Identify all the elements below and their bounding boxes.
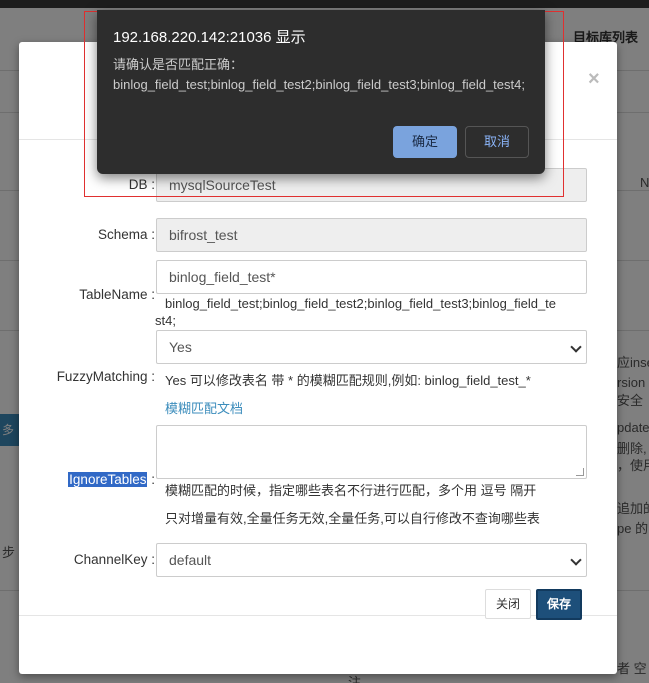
- confirm-dialog-title: 192.168.220.142:21036 显示: [113, 29, 306, 46]
- ignore-tables-label: IgnoreTables :: [68, 472, 155, 487]
- schema-label: Schema :: [97, 227, 155, 242]
- fuzzy-matching-value: Yes: [169, 339, 192, 355]
- fuzzy-matching-label: FuzzyMatching :: [56, 369, 155, 384]
- table-name-input[interactable]: binlog_field_test*: [156, 260, 587, 294]
- table-name-label: TableName :: [79, 287, 155, 302]
- schema-field: bifrost_test: [156, 218, 587, 252]
- close-button[interactable]: 关闭: [485, 589, 531, 619]
- confirm-dialog-message: 请确认是否匹配正确： binlog_field_test;binlog_fiel…: [113, 55, 533, 95]
- channel-key-value: default: [169, 552, 212, 568]
- confirm-message-line-2: binlog_field_test;binlog_field_test2;bin…: [113, 77, 525, 92]
- chevron-down-icon: [570, 554, 582, 566]
- fuzzy-matching-doc-link[interactable]: 模糊匹配文档: [165, 398, 243, 417]
- modal-footer: [19, 615, 617, 674]
- fuzzy-matching-select[interactable]: Yes: [156, 330, 587, 364]
- ignore-tables-help-1: 模糊匹配的时候，指定哪些表名不行进行匹配，多个用 逗号 隔开: [165, 483, 537, 498]
- channel-key-select[interactable]: default: [156, 543, 587, 577]
- table-name-matches: binlog_field_test;binlog_field_test2;bin…: [155, 296, 557, 328]
- ignore-tables-help-2: 只对增量有效,全量任务无效,全量任务,可以自行修改不查询哪些表: [165, 511, 540, 526]
- confirm-cancel-button[interactable]: 取消: [465, 126, 529, 158]
- fuzzy-matching-help: Yes 可以修改表名 带 * 的模糊匹配规则,例如: binlog_field_…: [165, 373, 531, 388]
- confirm-dialog: 192.168.220.142:21036 显示 请确认是否匹配正确： binl…: [97, 10, 545, 174]
- close-icon[interactable]: ×: [588, 68, 600, 91]
- confirm-message-line-1: 请确认是否匹配正确：: [113, 57, 244, 72]
- save-button[interactable]: 保存: [536, 589, 582, 620]
- ignore-tables-textarea[interactable]: [156, 425, 587, 479]
- chevron-down-icon: [570, 341, 582, 353]
- resize-grip-icon[interactable]: [576, 468, 584, 476]
- channel-key-label: ChannelKey :: [73, 552, 155, 567]
- confirm-ok-button[interactable]: 确定: [393, 126, 457, 158]
